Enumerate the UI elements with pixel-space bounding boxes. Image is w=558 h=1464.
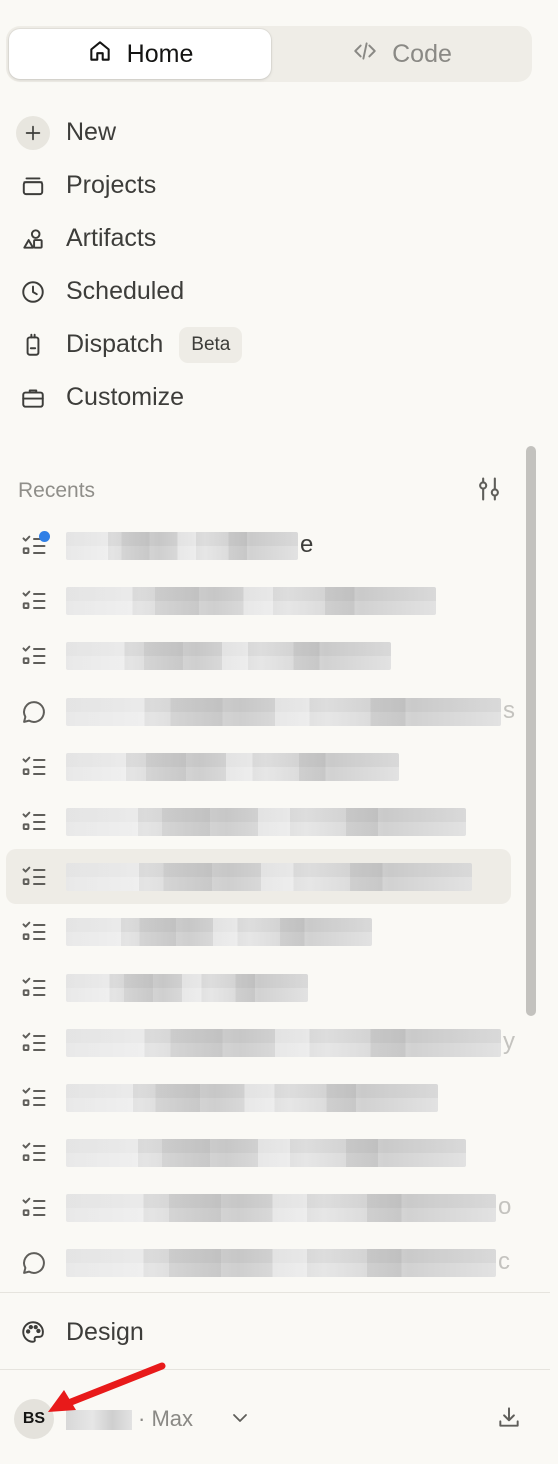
nav-scheduled-label: Scheduled <box>66 277 185 305</box>
recent-item[interactable] <box>6 794 511 849</box>
task-list-icon <box>20 1194 48 1222</box>
nav-dispatch[interactable]: Dispatch Beta <box>0 318 540 371</box>
filter-sliders-icon[interactable] <box>475 475 503 508</box>
recent-title-redacted <box>66 532 298 560</box>
tab-home[interactable]: Home <box>9 29 271 79</box>
recent-item[interactable] <box>6 739 511 794</box>
divider <box>0 1369 550 1370</box>
recent-item[interactable] <box>6 960 511 1015</box>
nav-new[interactable]: New <box>0 106 540 159</box>
recent-title-tail: y <box>503 1027 515 1055</box>
recent-item[interactable]: y <box>6 1015 515 1070</box>
plus-icon <box>16 115 50 150</box>
home-icon <box>87 38 113 71</box>
nav-new-label: New <box>66 118 117 146</box>
device-icon <box>16 328 50 362</box>
task-list-icon <box>20 1029 48 1057</box>
recent-item[interactable] <box>6 849 511 905</box>
task-list-icon <box>20 587 48 615</box>
nav-projects-label: Projects <box>66 171 157 199</box>
download-icon[interactable] <box>496 1404 522 1430</box>
unread-dot <box>39 531 50 542</box>
recent-title-tail: s <box>503 696 515 724</box>
folder-stack-icon <box>16 169 50 203</box>
recent-item[interactable] <box>6 904 511 959</box>
nav-design-label: Design <box>66 1317 144 1346</box>
tab-code[interactable]: Code <box>271 29 533 79</box>
task-list-icon <box>20 642 48 670</box>
tab-code-label: Code <box>392 39 452 68</box>
task-list-icon <box>20 1139 48 1167</box>
nav-artifacts-label: Artifacts <box>66 224 157 252</box>
nav-customize-label: Customize <box>66 383 185 411</box>
recent-title-redacted <box>66 807 466 836</box>
chat-bubble-icon <box>20 698 48 726</box>
recents-title: Recents <box>18 479 96 502</box>
scrollbar-thumb[interactable] <box>526 446 536 1016</box>
nav-projects[interactable]: Projects <box>0 159 540 212</box>
nav-customize[interactable]: Customize <box>0 371 540 424</box>
recent-item[interactable] <box>6 1070 511 1125</box>
recent-item[interactable] <box>6 628 511 683</box>
chat-bubble-icon <box>20 1249 48 1277</box>
recent-title-redacted <box>66 863 472 892</box>
recent-title-redacted <box>66 918 372 947</box>
recent-item[interactable] <box>6 573 511 628</box>
briefcase-icon <box>16 381 50 415</box>
recent-item[interactable] <box>6 1125 511 1180</box>
recent-item[interactable]: o <box>6 1180 511 1235</box>
recent-title-redacted <box>66 1249 496 1278</box>
task-list-icon <box>20 531 50 560</box>
palette-icon <box>16 1315 50 1349</box>
recent-title-tail: o <box>498 1193 512 1221</box>
avatar[interactable]: BS <box>14 1399 54 1439</box>
recent-item[interactable]: s <box>6 684 515 739</box>
recent-title-redacted <box>66 1139 466 1168</box>
recent-title-redacted <box>66 1194 496 1223</box>
account-name-redacted <box>66 1410 132 1430</box>
task-list-icon <box>20 808 48 836</box>
main-nav: New Projects Artifacts Scheduled Dispatc… <box>0 106 540 424</box>
clock-icon <box>16 275 50 309</box>
task-list-icon <box>20 974 48 1002</box>
recent-item[interactable]: c <box>6 1235 511 1290</box>
nav-artifacts[interactable]: Artifacts <box>0 212 540 265</box>
recent-title-redacted <box>66 642 391 671</box>
recent-item[interactable]: e <box>6 518 511 573</box>
nav-scheduled[interactable]: Scheduled <box>0 265 540 318</box>
tab-home-label: Home <box>126 39 194 68</box>
recent-title-redacted <box>66 587 436 616</box>
recent-title-tail: e <box>300 531 314 558</box>
recents-list: e s y oc <box>6 518 515 1291</box>
code-icon <box>352 38 378 71</box>
plan-label: · Max <box>138 1406 193 1431</box>
sidebar: Home Code New Projects Artifacts Schedul… <box>0 0 558 1464</box>
nav-design[interactable]: Design <box>16 1306 144 1358</box>
recent-title-tail: c <box>498 1248 510 1276</box>
task-list-icon <box>20 863 48 891</box>
account-footer: BS · Max <box>0 1372 550 1464</box>
recent-title-redacted <box>66 1083 438 1112</box>
chevron-down-icon[interactable] <box>228 1406 252 1430</box>
recent-title-redacted <box>66 973 308 1002</box>
recent-title-redacted <box>66 1028 501 1057</box>
divider <box>0 1292 550 1293</box>
recent-title-redacted <box>66 697 501 726</box>
task-list-icon <box>20 1084 48 1112</box>
mode-toggle: Home Code <box>6 26 532 82</box>
beta-badge: Beta <box>179 326 243 363</box>
recent-title-redacted <box>66 752 399 781</box>
task-list-icon <box>20 918 48 946</box>
task-list-icon <box>20 753 48 781</box>
recents-header: Recents <box>18 474 503 508</box>
nav-dispatch-label: Dispatch <box>66 330 164 358</box>
shapes-icon <box>16 222 50 256</box>
